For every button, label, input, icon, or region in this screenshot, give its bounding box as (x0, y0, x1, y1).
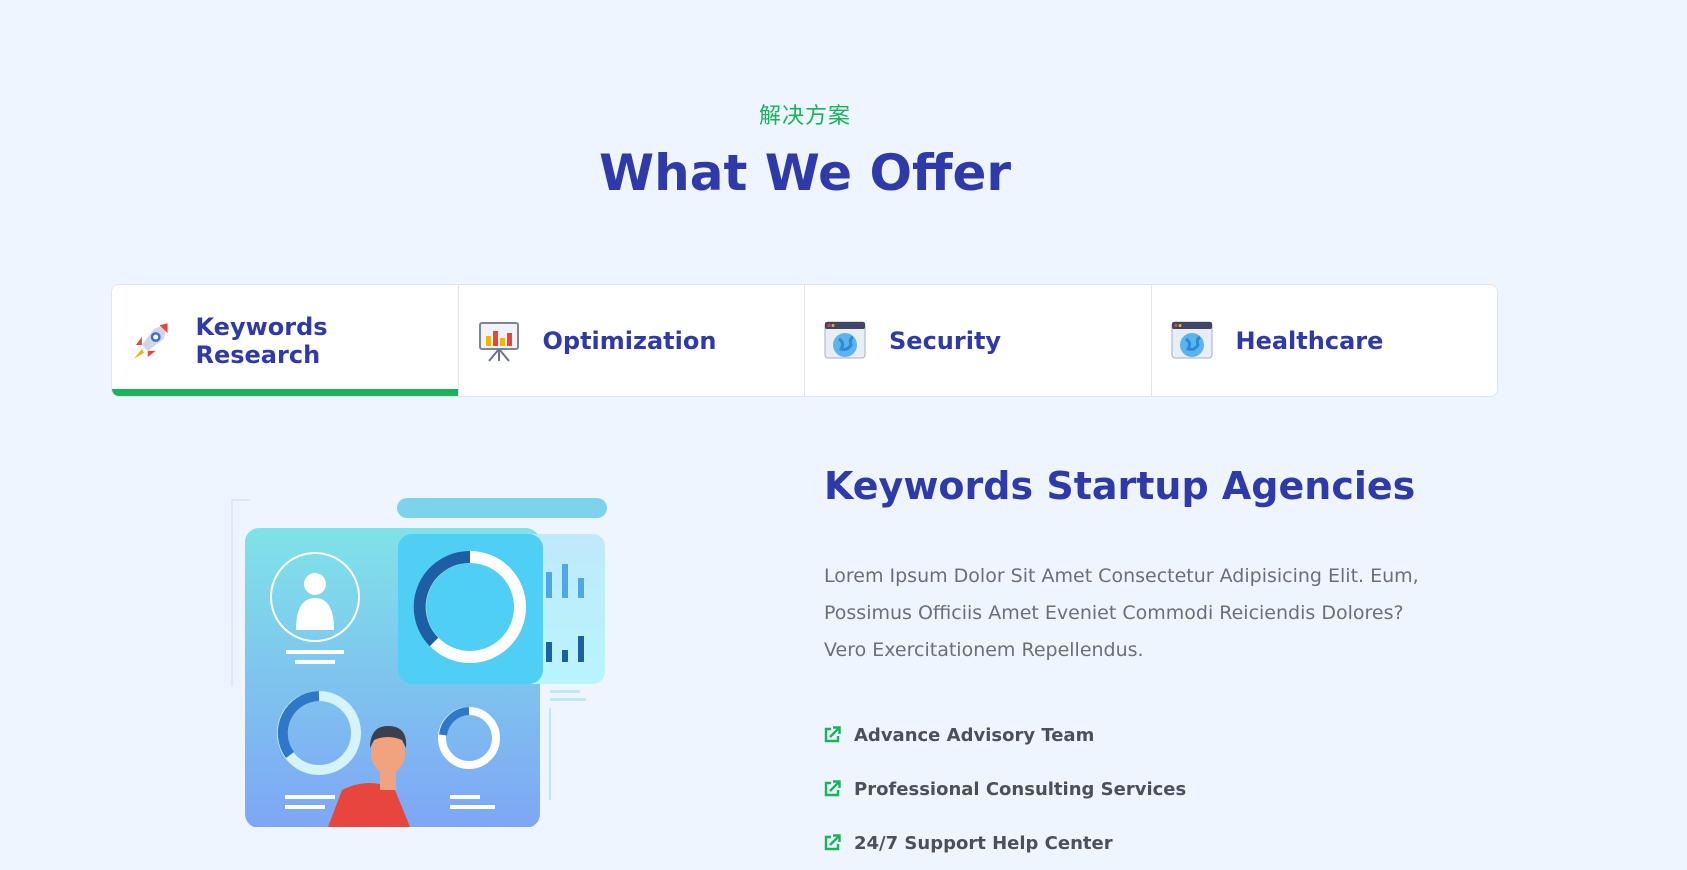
tab-keywords-research[interactable]: Keywords Research (112, 285, 459, 396)
rocket-icon (133, 322, 168, 359)
list-item: 24/7 Support Help Center (822, 816, 1186, 870)
feature-label: 24/7 Support Help Center (854, 832, 1113, 854)
external-link-icon (824, 834, 841, 851)
feature-label: Advance Advisory Team (854, 724, 1095, 746)
tab-bar: Keywords Research Optimization Security (111, 284, 1498, 397)
tab-label: Security (889, 326, 1002, 355)
feature-list: Advance Advisory Team Professional Consu… (822, 708, 1186, 870)
browser-globe-icon (824, 321, 866, 358)
tab-label: Keywords Research (195, 312, 328, 369)
section-title: What We Offer (598, 144, 1012, 202)
tab-security[interactable]: Security (805, 285, 1152, 396)
content-title: Keywords Startup Agencies (824, 464, 1416, 508)
list-item: Professional Consulting Services (822, 762, 1186, 816)
tab-label: Optimization (542, 326, 717, 355)
browser-globe-icon (1171, 321, 1212, 358)
external-link-icon (824, 780, 841, 797)
feature-label: Professional Consulting Services (854, 778, 1187, 800)
presentation-chart-icon (478, 321, 519, 362)
tab-healthcare[interactable]: Healthcare (1152, 285, 1498, 396)
tab-optimization[interactable]: Optimization (459, 285, 805, 396)
list-item: Advance Advisory Team (822, 708, 1186, 762)
dashboard-illustration (231, 498, 607, 827)
tab-label: Healthcare (1235, 326, 1384, 355)
external-link-icon (824, 726, 841, 743)
section-subtitle: 解决方案 (758, 104, 851, 129)
content-description: Lorem Ipsum Dolor Sit Amet Consectetur A… (824, 565, 1419, 661)
